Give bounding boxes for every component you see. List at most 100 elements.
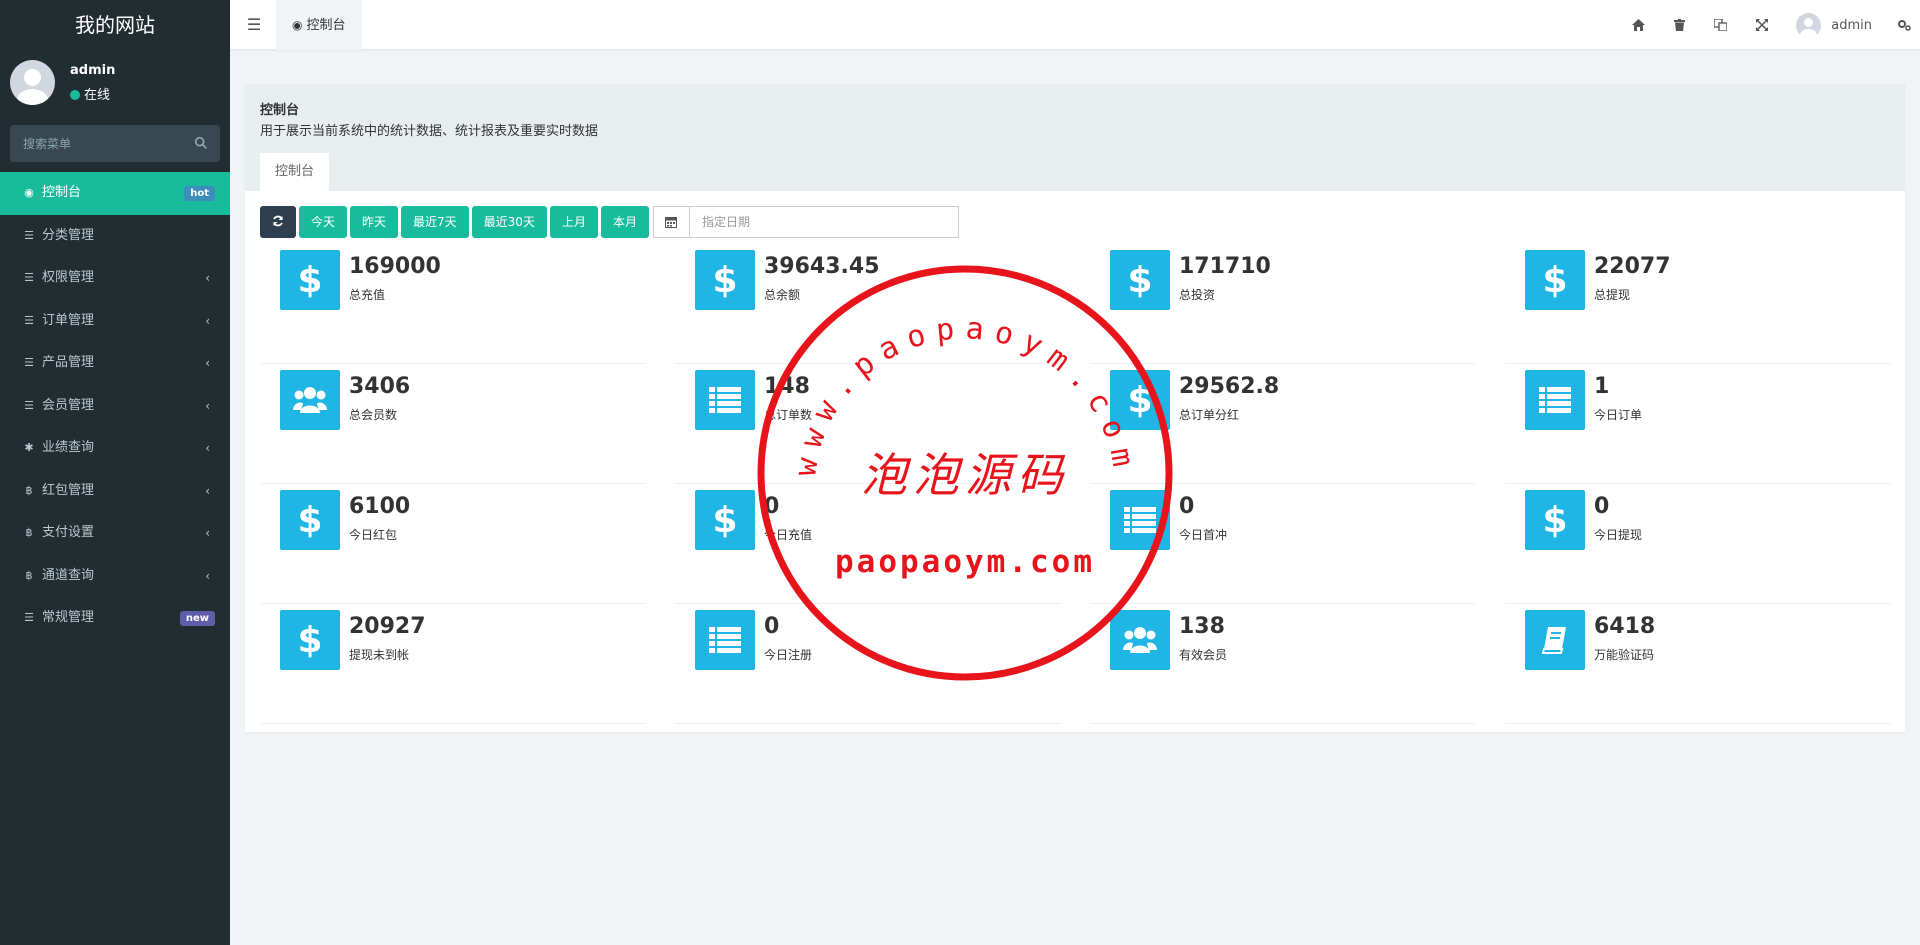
stat-label: 总充值: [349, 288, 386, 302]
dollar-icon: $: [695, 490, 755, 550]
stat-label: 总余额: [764, 288, 801, 302]
dollar-icon: $: [695, 250, 755, 310]
page-description: 用于展示当前系统中的统计数据、统计报表及重要实时数据: [260, 124, 599, 139]
tab-dashboard[interactable]: ◉ 控制台: [276, 0, 362, 50]
home-icon[interactable]: [1618, 0, 1659, 50]
menu-search-input[interactable]: [10, 125, 220, 162]
stat-label: 总提现: [1594, 288, 1631, 302]
sidebar-item-label: 分类管理: [42, 227, 95, 243]
stat-value: 138: [1179, 614, 1225, 639]
tab-dashboard-label: 控制台: [306, 18, 346, 33]
panel-tab-dashboard[interactable]: 控制台: [260, 153, 330, 191]
sidebar-item-channel[interactable]: ฿ 通道查询 ‹: [0, 555, 230, 598]
chevron-left-icon: ‹: [205, 526, 210, 540]
sidebar-item-permission[interactable]: ☰ 权限管理 ‹: [0, 257, 230, 300]
stat-label: 总订单分红: [1179, 408, 1240, 422]
stat-label: 今日充值: [764, 528, 813, 542]
list-icon: ☰: [24, 271, 34, 284]
menu-badge-new: new: [179, 611, 215, 626]
last-month-button[interactable]: 上月: [549, 206, 598, 238]
header-user-menu[interactable]: admin: [1782, 0, 1888, 50]
list-icon: ☰: [24, 313, 34, 327]
stat-value: 39643.45: [764, 254, 880, 279]
sidebar-item-member[interactable]: ☰ 会员管理 ‹: [0, 385, 230, 428]
sidebar-item-label: 支付设置: [42, 525, 95, 540]
last-30-days-button[interactable]: 最近30天: [471, 206, 547, 238]
today-button[interactable]: 今天: [299, 206, 348, 238]
stat-card-total-balance: $39643.45 总余额: [675, 244, 1061, 364]
dollar-icon: $: [280, 490, 340, 550]
stat-label: 总订单数: [764, 408, 813, 422]
sidebar-menu: ◉ 控制台 hot ☰ 分类管理 ☰ 权限管理 ‹ ☰ 订单管理 ‹ ☰ 产品管理 ‹ ☰ 会员管理 ‹ ✱ 业绩查…: [0, 172, 230, 640]
header-username: admin: [1831, 17, 1872, 33]
search-icon[interactable]: [194, 136, 208, 150]
bitcoin-icon: ฿: [25, 568, 33, 582]
users-icon: [280, 370, 340, 430]
date-picker: [652, 206, 959, 238]
stat-label: 今日提现: [1594, 528, 1643, 542]
sidebar-item-label: 权限管理: [42, 270, 95, 285]
yesterday-button[interactable]: 昨天: [350, 206, 399, 238]
settings-icon[interactable]: [1888, 0, 1920, 50]
language-icon[interactable]: [1700, 0, 1741, 50]
dashboard-icon: ◉: [24, 186, 34, 199]
stat-value: 0: [1179, 494, 1195, 519]
stat-label: 总会员数: [349, 408, 398, 422]
sidebar-item-label: 红包管理: [42, 482, 95, 498]
dashboard-panel: 控制台 用于展示当前系统中的统计数据、统计报表及重要实时数据 控制台 今天 昨天…: [245, 84, 1905, 732]
dollar-icon: $: [1525, 250, 1585, 310]
stat-label: 提现未到帐: [349, 648, 410, 662]
refresh-icon: [273, 215, 283, 227]
panel-heading: 控制台 用于展示当前系统中的统计数据、统计报表及重要实时数据 控制台: [245, 84, 1905, 191]
stat-value: 1: [1594, 374, 1610, 399]
fullscreen-icon[interactable]: [1741, 0, 1782, 50]
last-7-days-button[interactable]: 最近7天: [401, 206, 469, 238]
sidebar-item-label: 会员管理: [42, 397, 95, 413]
stat-card-total-order-dividend: $29562.8 总订单分红: [1090, 364, 1476, 484]
sidebar-item-label: 产品管理: [42, 355, 95, 370]
chevron-left-icon: ‹: [205, 356, 210, 370]
stat-value: 148: [764, 374, 810, 399]
sidebar-item-performance[interactable]: ✱ 业绩查询 ‹: [0, 427, 230, 470]
bitcoin-icon: ฿: [25, 526, 33, 539]
sidebar-item-label: 常规管理: [42, 610, 95, 625]
stat-card-total-withdraw: $22077 总提现: [1505, 244, 1891, 364]
chevron-left-icon: ‹: [205, 483, 210, 498]
user-name: admin: [70, 63, 116, 78]
stat-card-total-members: 3406 总会员数: [260, 364, 646, 484]
site-title[interactable]: 我的网站: [0, 0, 230, 50]
stat-value: 6100: [349, 494, 411, 519]
stat-card-today-recharge: $0 今日充值: [675, 484, 1061, 604]
stat-card-today-redpacket: $6100 今日红包: [260, 484, 646, 604]
chevron-left-icon: ‹: [205, 313, 210, 328]
stat-value: 3406: [349, 374, 411, 399]
stat-value: 171710: [1179, 254, 1271, 279]
refresh-button[interactable]: [260, 206, 296, 238]
stat-value: 22077: [1594, 254, 1671, 279]
user-status-text: 在线: [84, 88, 111, 103]
calendar-icon[interactable]: [652, 206, 689, 238]
sidebar-item-redpacket[interactable]: ฿ 红包管理 ‹: [0, 470, 230, 513]
stat-card-universal-code: 6418 万能验证码: [1505, 604, 1891, 724]
trash-icon[interactable]: [1659, 0, 1700, 50]
users-icon: [1110, 610, 1170, 670]
online-dot-icon: [70, 90, 80, 100]
date-input[interactable]: [688, 206, 959, 238]
sidebar-toggle-icon[interactable]: ☰: [244, 15, 264, 35]
sidebar-item-dashboard[interactable]: ◉ 控制台 hot: [0, 172, 230, 215]
list-icon: ☰: [24, 356, 34, 369]
this-month-button[interactable]: 本月: [600, 206, 649, 238]
stat-card-today-withdraw: $0 今日提现: [1505, 484, 1891, 604]
dollar-icon: $: [1110, 370, 1170, 430]
sidebar: 我的网站 admin 在线 ◉ 控制台 hot ☰ 分类管理 ☰ 权限管理 ‹ ☰ 订单管理 ‹ ☰ 产…: [0, 0, 230, 945]
sidebar-item-label: 业绩查询: [42, 440, 95, 455]
sidebar-item-payment[interactable]: ฿ 支付设置 ‹: [0, 512, 230, 555]
sidebar-item-order[interactable]: ☰ 订单管理 ‹: [0, 300, 230, 343]
header-actions: admin: [1618, 0, 1920, 50]
stat-value: 0: [764, 614, 780, 639]
sidebar-item-general[interactable]: ☰ 常规管理 new: [0, 597, 230, 640]
sidebar-item-category[interactable]: ☰ 分类管理: [0, 215, 230, 258]
list-icon: ☰: [24, 611, 34, 624]
stat-card-total-recharge: $169000 总充值: [260, 244, 646, 364]
sidebar-item-product[interactable]: ☰ 产品管理 ‹: [0, 342, 230, 385]
